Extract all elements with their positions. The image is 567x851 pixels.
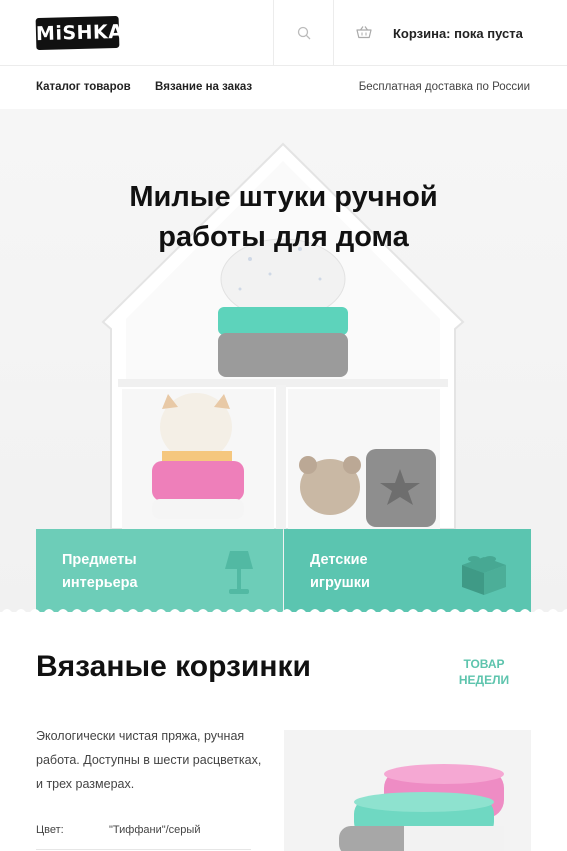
nav-link-custom-knitting[interactable]: Вязание на заказ [155,81,252,93]
knitted-basket-image [339,764,504,851]
product-title: Вязаные корзинки [36,650,311,683]
category-interior[interactable]: Предметы интерьера [36,529,283,612]
toy-block-icon [462,556,506,595]
product-description: Экологически чистая пряжа, ручная работа… [36,729,262,791]
color-value[interactable]: "Тиффани"/серый [109,824,200,836]
lamp-icon [225,551,253,594]
category-toys[interactable]: Детские игрушки [284,529,531,612]
nav-link-catalog[interactable]: Каталог товаров [36,81,131,93]
main-nav: Каталог товаров Вязание на заказ Бесплат… [0,67,567,109]
color-label: Цвет: [36,824,64,836]
hero-title: Милые штуки ручной работы для дома [129,181,438,253]
category-label: Предметы интерьера [62,552,138,591]
product-of-week-badge: Товар недели [458,657,510,687]
product-color-row: Цвет: "Тиффани"/серый [36,822,251,850]
category-label: Детские игрушки [310,552,370,591]
site-header: MiSHKA Корзина: пока пуста [0,0,567,66]
delivery-note: Бесплатная доставка по России [358,81,530,93]
cart-status: Корзина: пока пуста [393,25,523,41]
hero-banner: Милые штуки ручной работы для дома Предм… [0,109,567,612]
basket-icon [356,25,372,41]
search-icon [297,26,310,40]
product-image[interactable] [284,730,531,851]
search-button[interactable] [274,0,333,66]
hero-wave-divider [2,609,567,612]
site-logo[interactable]: MiSHKA [35,15,124,51]
cart-button[interactable]: Корзина: пока пуста [334,0,567,66]
